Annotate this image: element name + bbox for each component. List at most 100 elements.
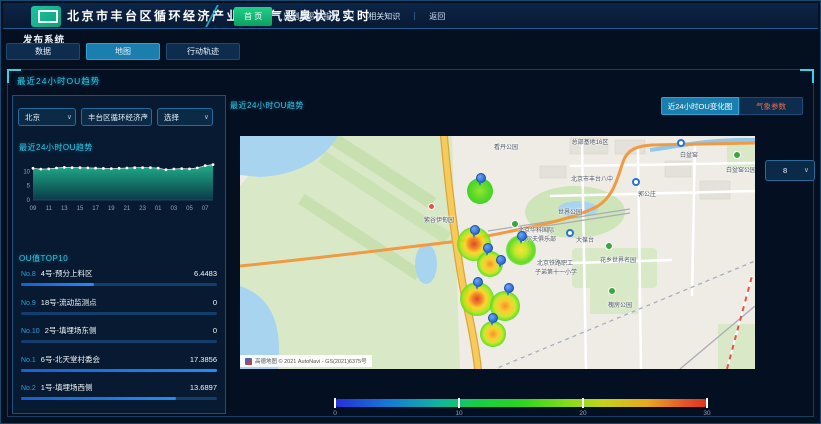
- nav-divider: [353, 12, 354, 20]
- header-bar: 北京市丰台区循环经济产业园大气恶臭状况实时 首 页监测点恶臭指数相关知识返回: [3, 3, 818, 29]
- rank-label: No.9: [21, 300, 36, 307]
- nav-item-2[interactable]: 相关知识: [361, 8, 407, 25]
- svg-text:15: 15: [77, 206, 84, 212]
- map-label: 槐房公园: [608, 300, 632, 309]
- metro-station-icon: [632, 178, 640, 186]
- svg-text:03: 03: [171, 206, 178, 212]
- chevron-down-icon: ∨: [804, 166, 809, 174]
- tab-2[interactable]: 行动轨迹: [166, 43, 240, 60]
- monitor-pin-icon[interactable]: [483, 243, 492, 256]
- rank-label: No.2: [21, 385, 36, 392]
- ou-bar-fill: [21, 397, 176, 400]
- legend-tick-label: 30: [703, 410, 710, 417]
- monitor-pin-icon[interactable]: [473, 277, 482, 290]
- main-nav: 首 页监测点恶臭指数相关知识返回: [234, 7, 452, 25]
- ou-value: 6.4483: [194, 269, 217, 278]
- ou-value: 13.6897: [190, 383, 217, 392]
- top-list-row: No.2 1号-填埋场西侧13.6897: [21, 382, 217, 404]
- monitor-pin-icon[interactable]: [476, 173, 485, 186]
- nav-divider: [414, 12, 415, 20]
- rank-label: No.10: [21, 328, 40, 335]
- poi-icon: [428, 203, 435, 210]
- legend-mark: [334, 398, 336, 408]
- svg-text:0: 0: [27, 198, 31, 204]
- svg-text:5: 5: [27, 184, 31, 190]
- map-label: 总部基地16区: [572, 137, 609, 146]
- rank-label: No.1: [21, 357, 36, 364]
- ou-bar-track: [21, 312, 217, 315]
- ou-bar-fill: [21, 369, 217, 372]
- legend-tick-label: 10: [455, 410, 462, 417]
- map-label: 子弟第十一小学: [535, 267, 577, 276]
- ou-bar-fill: [21, 283, 94, 286]
- map-label: 白盆窑公园: [726, 165, 755, 174]
- nav-item-1[interactable]: 监测点恶臭指数: [276, 8, 346, 25]
- monitor-pin-icon[interactable]: [504, 283, 513, 296]
- tab-0[interactable]: 数据: [6, 43, 80, 60]
- map-label: 紫谷伊甸园: [424, 215, 454, 224]
- svg-text:21: 21: [124, 206, 131, 212]
- district-select[interactable]: 丰台区循环经济产 ∨: [81, 108, 152, 126]
- site-name: 1号-填埋场西侧: [41, 382, 190, 393]
- ou-bar-track: [21, 369, 217, 372]
- map-label: 北京铁路职工: [537, 258, 573, 267]
- map-label: 花乡世界名园: [600, 255, 636, 264]
- site-select[interactable]: 选择 ∨: [157, 108, 213, 126]
- map-label: 北京市丰台八中: [571, 174, 613, 183]
- site-name: 4号-预分上料区: [41, 268, 194, 279]
- svg-text:10: 10: [23, 169, 30, 175]
- park-poi-icon: [608, 287, 616, 295]
- svg-text:01: 01: [155, 206, 162, 212]
- dashboard-root: 北京市丰台区循环经济产业园大气恶臭状况实时 首 页监测点恶臭指数相关知识返回 发…: [0, 0, 821, 424]
- top-list-title: OU值TOP10: [19, 253, 68, 264]
- heatmap-map[interactable]: 看丹公园 总部基地16区白盆窑白盆窑公园北京市丰台八中郭公庄世界公园紫谷伊甸园北京…: [240, 136, 755, 369]
- map-section-title: 最近24小时OU趋势: [230, 100, 304, 111]
- heat-legend-bar: 0102030: [335, 399, 707, 407]
- legend-tick-label: 0: [333, 410, 337, 417]
- svg-text:23: 23: [139, 206, 146, 212]
- monitor-pin-icon[interactable]: [470, 225, 479, 238]
- tab-1[interactable]: 地图: [86, 43, 160, 60]
- view-tabs: 数据地图行动轨迹: [6, 43, 246, 60]
- site-select-value: 选择: [164, 112, 179, 123]
- ou-bar-track: [21, 397, 217, 400]
- map-attribution: 高德地图 © 2021 AutoNavi - GS(2021)6375号: [240, 355, 372, 367]
- metro-station-icon: [566, 229, 574, 237]
- legend-tick-label: 20: [579, 410, 586, 417]
- legend-mark: [582, 398, 584, 408]
- chevron-down-icon: ∨: [143, 113, 148, 121]
- sidebar-panel: 北京 ∨ 丰台区循环经济产 ∨ 选择 ∨ 最近24小时OU趋势 05100911…: [12, 95, 226, 414]
- map-label: 看丹公园: [494, 142, 518, 151]
- site-name: 2号-填埋场东侧: [45, 325, 213, 336]
- monitor-pin-icon[interactable]: [496, 255, 505, 268]
- panel-title: 最近24小时OU趋势: [17, 75, 100, 87]
- ou-value: 0: [213, 298, 217, 307]
- city-select-value: 北京: [25, 112, 40, 123]
- map-label: 白盆窑: [680, 150, 698, 159]
- main-panel: 最近24小时OU趋势 北京 ∨ 丰台区循环经济产 ∨ 选择 ∨ 最近24小时OU…: [7, 69, 814, 417]
- ou-bar-track: [21, 340, 217, 343]
- monitor-pin-icon[interactable]: [488, 313, 497, 326]
- app-logo-icon: [31, 6, 61, 27]
- top-list-row: No.16号-北天堂村委会17.3856: [21, 354, 217, 376]
- metro-station-icon: [677, 139, 685, 147]
- ou-value: 0: [213, 326, 217, 335]
- site-name: 6号-北天堂村委会: [41, 354, 190, 365]
- ou-change-map-button[interactable]: 近24小时OU变化图: [661, 97, 739, 115]
- weather-params-button[interactable]: 气象参数: [739, 97, 803, 115]
- hour-select[interactable]: 8 ∨: [765, 160, 815, 181]
- filter-selects: 北京 ∨ 丰台区循环经济产 ∨ 选择 ∨: [18, 108, 218, 126]
- svg-text:11: 11: [46, 206, 53, 212]
- nav-item-0[interactable]: 首 页: [234, 7, 272, 26]
- monitor-pin-icon[interactable]: [517, 231, 526, 244]
- top-list-row: No.84号-预分上料区6.4483: [21, 268, 217, 290]
- hour-select-value: 8: [783, 166, 787, 175]
- top-list-row: No.918号-流动监测点0: [21, 297, 217, 319]
- nav-item-3[interactable]: 返回: [422, 8, 452, 25]
- map-label: 郭公庄: [638, 189, 656, 198]
- city-select[interactable]: 北京 ∨: [18, 108, 76, 126]
- svg-text:17: 17: [92, 206, 99, 212]
- svg-text:09: 09: [30, 206, 37, 212]
- map-label: 世界公园: [558, 207, 582, 216]
- ou-trend-chart: 0510091113151719212301030507: [17, 154, 221, 218]
